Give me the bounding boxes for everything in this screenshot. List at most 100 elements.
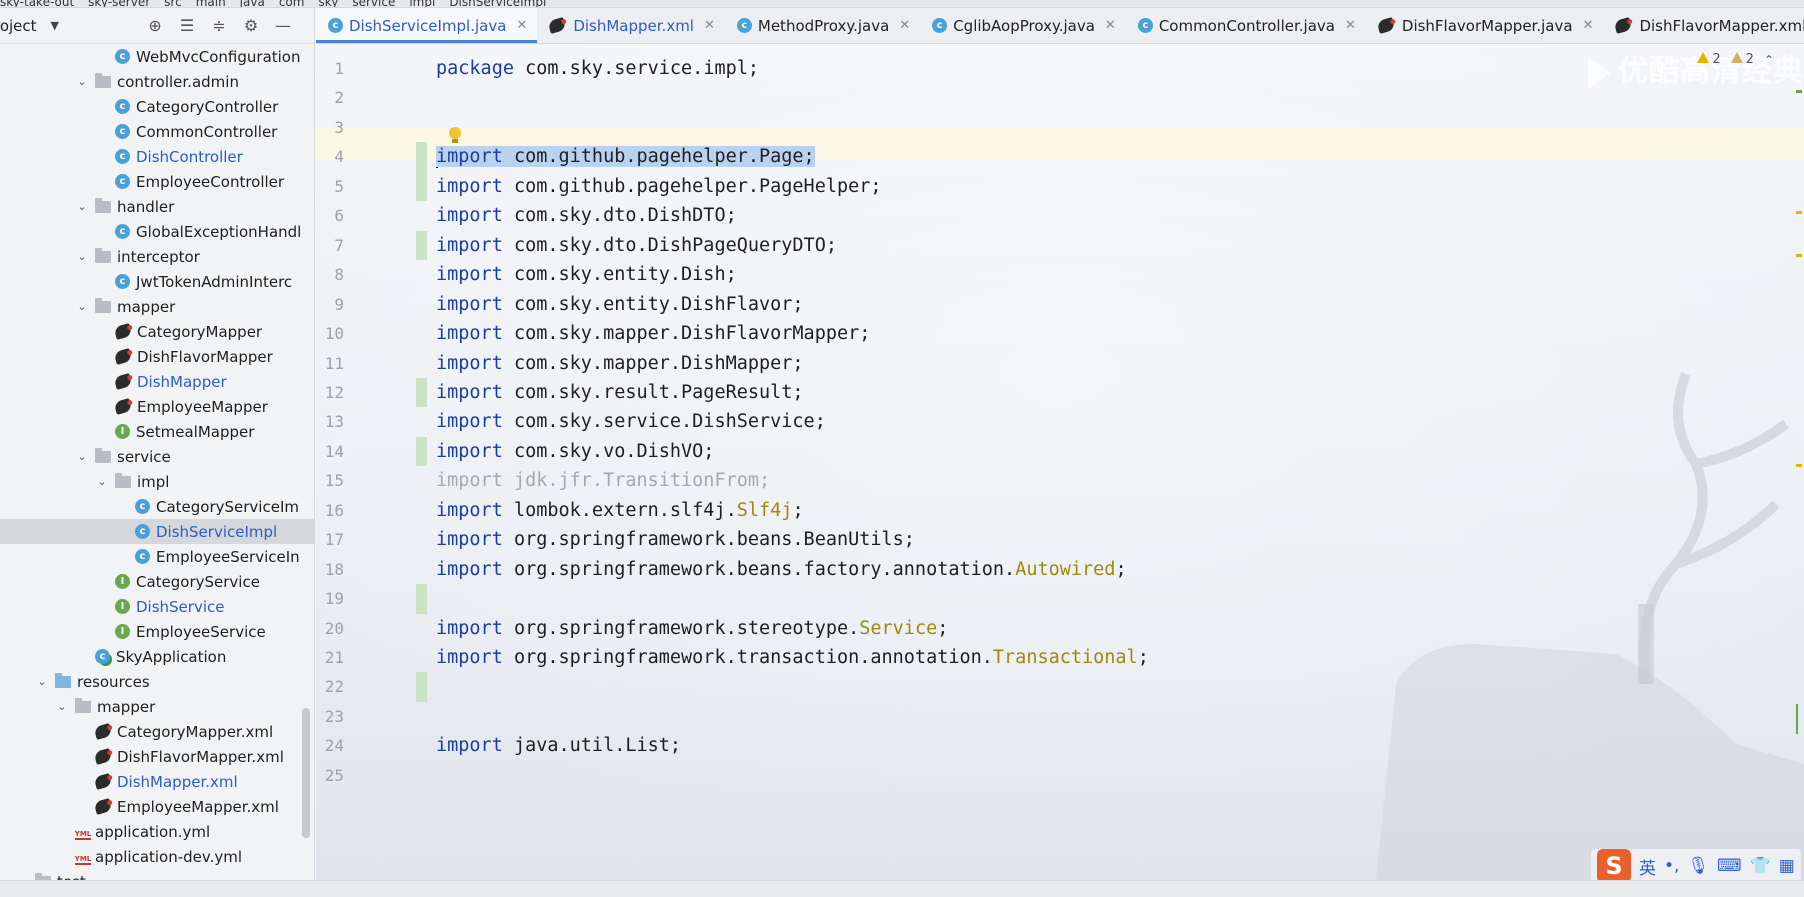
tree-item[interactable]: ⌄ handler bbox=[0, 194, 314, 219]
sogou-logo-icon[interactable]: S bbox=[1597, 849, 1631, 883]
chevron-down-icon[interactable]: ⌄ bbox=[75, 200, 89, 213]
editor-tab[interactable]: DishFlavorMapper.xml bbox=[1603, 8, 1804, 43]
code-line[interactable]: import com.sky.entity.DishFlavor; bbox=[436, 290, 804, 320]
tree-item[interactable]: DishMapper bbox=[0, 369, 314, 394]
breadcrumb-item[interactable]: service bbox=[352, 0, 395, 7]
tree-item[interactable]: DishMapper.xml bbox=[0, 769, 314, 794]
close-icon[interactable]: ✕ bbox=[899, 18, 910, 33]
tree-item[interactable]: ⌄ controller.admin bbox=[0, 69, 314, 94]
chevron-down-icon[interactable]: ⌄ bbox=[75, 250, 89, 263]
code-line[interactable]: import com.sky.service.DishService; bbox=[436, 407, 826, 437]
stripe-mark[interactable] bbox=[1796, 211, 1802, 214]
collapse-all-icon[interactable]: ≑ bbox=[209, 16, 229, 36]
vcs-change-marker[interactable] bbox=[416, 436, 427, 467]
tree-item[interactable]: CategoryMapper.xml bbox=[0, 719, 314, 744]
code-line[interactable]: import com.sky.result.PageResult; bbox=[436, 378, 804, 408]
gear-icon[interactable]: ⚙ bbox=[241, 16, 261, 36]
editor-tab[interactable]: DishMapper.xml ✕ bbox=[537, 8, 725, 43]
editor-tab[interactable]: DishFlavorMapper.java ✕ bbox=[1366, 8, 1604, 43]
tree-item[interactable]: c SkyApplication bbox=[0, 644, 314, 669]
tree-item[interactable]: ⌄ resources bbox=[0, 669, 314, 694]
error-stripe[interactable] bbox=[1796, 84, 1802, 784]
tree-item[interactable]: c JwtTokenAdminInterc bbox=[0, 269, 314, 294]
skin-icon[interactable]: 👕 bbox=[1750, 856, 1771, 876]
tree-item[interactable]: YML application.yml bbox=[0, 819, 314, 844]
tree-item[interactable]: ⌄ service bbox=[0, 444, 314, 469]
vcs-change-marker[interactable] bbox=[416, 584, 427, 614]
tree-item[interactable]: c DishController bbox=[0, 144, 314, 169]
breadcrumb-item[interactable]: src bbox=[164, 0, 182, 7]
breadcrumb-item[interactable]: sky bbox=[318, 0, 338, 7]
tree-item[interactable]: c CommonController bbox=[0, 119, 314, 144]
tree-item[interactable]: EmployeeMapper.xml bbox=[0, 794, 314, 819]
chevron-down-icon[interactable]: ⌄ bbox=[75, 75, 89, 88]
ime-language[interactable]: 英 bbox=[1639, 854, 1656, 879]
close-icon[interactable]: ✕ bbox=[1105, 18, 1116, 33]
project-title[interactable]: roject bbox=[0, 17, 37, 35]
editor-tab[interactable]: c DishServiceImpl.java ✕ bbox=[316, 8, 538, 43]
breadcrumb-item[interactable]: impl bbox=[409, 0, 435, 7]
tree-item[interactable]: ⌄ mapper bbox=[0, 294, 314, 319]
tree-item[interactable]: I SetmealMapper bbox=[0, 419, 314, 444]
breadcrumb-item[interactable]: com bbox=[279, 0, 305, 7]
chevron-down-icon[interactable]: ⌄ bbox=[95, 475, 109, 488]
tree-item[interactable]: EmployeeMapper bbox=[0, 394, 314, 419]
breadcrumb-item[interactable]: main bbox=[196, 0, 226, 7]
vcs-change-marker[interactable] bbox=[416, 377, 427, 408]
tree-item[interactable]: c GlobalExceptionHandl bbox=[0, 219, 314, 244]
grid-menu-icon[interactable]: ▦ bbox=[1779, 856, 1795, 876]
code-line[interactable]: import com.sky.mapper.DishFlavorMapper; bbox=[436, 319, 870, 349]
vcs-change-marker[interactable] bbox=[416, 230, 427, 261]
tree-item[interactable]: YML application-dev.yml bbox=[0, 844, 314, 869]
vcs-change-marker[interactable] bbox=[416, 142, 427, 172]
ime-punctuation[interactable]: •, bbox=[1664, 856, 1679, 876]
chevron-down-icon[interactable]: ⌄ bbox=[75, 450, 89, 463]
expand-all-icon[interactable]: ☰ bbox=[177, 16, 197, 36]
tree-item[interactable]: c EmployeeController bbox=[0, 169, 314, 194]
code-line[interactable]: import com.github.pagehelper.PageHelper; bbox=[436, 172, 882, 202]
tree-item[interactable]: I DishService bbox=[0, 594, 314, 619]
editor-tab[interactable]: c CglibAopProxy.java ✕ bbox=[920, 8, 1126, 43]
close-icon[interactable]: ✕ bbox=[1345, 18, 1356, 33]
tree-item[interactable]: c CategoryServiceIm bbox=[0, 494, 314, 519]
code-line[interactable]: import lombok.extern.slf4j.Slf4j; bbox=[436, 496, 804, 526]
code-line[interactable]: import org.springframework.beans.BeanUti… bbox=[436, 525, 915, 555]
tree-item[interactable]: CategoryMapper bbox=[0, 319, 314, 344]
close-icon[interactable]: ✕ bbox=[1583, 18, 1594, 33]
breadcrumb-item[interactable]: java bbox=[240, 0, 265, 7]
project-scrollbar[interactable] bbox=[302, 708, 310, 838]
code-line[interactable]: import com.github.pagehelper.Page; bbox=[436, 142, 815, 172]
code-line[interactable]: import com.sky.dto.DishDTO; bbox=[436, 201, 737, 231]
close-icon[interactable]: ✕ bbox=[704, 18, 715, 33]
code-line[interactable]: package com.sky.service.impl; bbox=[436, 54, 759, 84]
code-line[interactable]: import jdk.jfr.TransitionFrom; bbox=[436, 466, 770, 496]
code-line[interactable]: import org.springframework.stereotype.Se… bbox=[436, 614, 948, 644]
tree-item[interactable]: ›test bbox=[0, 869, 314, 880]
stripe-mark[interactable] bbox=[1796, 254, 1802, 257]
tree-item[interactable]: c DishServiceImpl bbox=[0, 519, 314, 544]
tree-item[interactable]: c CategoryController bbox=[0, 94, 314, 119]
close-icon[interactable]: ✕ bbox=[516, 18, 527, 33]
chevron-down-icon[interactable]: ⌄ bbox=[75, 300, 89, 313]
code-line[interactable]: import org.springframework.beans.factory… bbox=[436, 555, 1127, 585]
code-editor[interactable]: 1 2 3 4 5 6 7 8 9 10 11 12 13 14 15 16 17 18 19 20 21 22 23 24 2… bbox=[316, 44, 1804, 880]
code-line[interactable]: import com.sky.dto.DishPageQueryDTO; bbox=[436, 231, 837, 261]
inspection-widget[interactable]: 2 2 ⌃ bbox=[1697, 52, 1774, 67]
editor-tab[interactable]: c MethodProxy.java ✕ bbox=[725, 8, 920, 43]
code-line[interactable]: import java.util.List; bbox=[436, 731, 681, 761]
tree-item[interactable]: DishFlavorMapper.xml bbox=[0, 744, 314, 769]
tree-item[interactable]: c EmployeeServiceIn bbox=[0, 544, 314, 569]
code-line[interactable]: import com.sky.mapper.DishMapper; bbox=[436, 349, 804, 379]
vcs-change-marker[interactable] bbox=[416, 171, 427, 202]
tree-item[interactable]: ⌄ interceptor bbox=[0, 244, 314, 269]
tree-item[interactable]: c WebMvcConfiguration bbox=[0, 44, 314, 69]
keyboard-icon[interactable]: ⌨ bbox=[1717, 856, 1742, 876]
tree-item[interactable]: I CategoryService bbox=[0, 569, 314, 594]
chevron-down-icon[interactable]: ⌄ bbox=[35, 675, 49, 688]
breadcrumb-item[interactable]: sky-server bbox=[88, 0, 150, 7]
hide-icon[interactable]: — bbox=[273, 16, 293, 36]
microphone-icon[interactable]: 🎙 bbox=[1687, 856, 1709, 876]
code-line[interactable]: import com.sky.vo.DishVO; bbox=[436, 437, 714, 467]
breadcrumb-item[interactable]: sky-take-out bbox=[0, 0, 74, 7]
code-line[interactable]: import com.sky.entity.Dish; bbox=[436, 260, 737, 290]
